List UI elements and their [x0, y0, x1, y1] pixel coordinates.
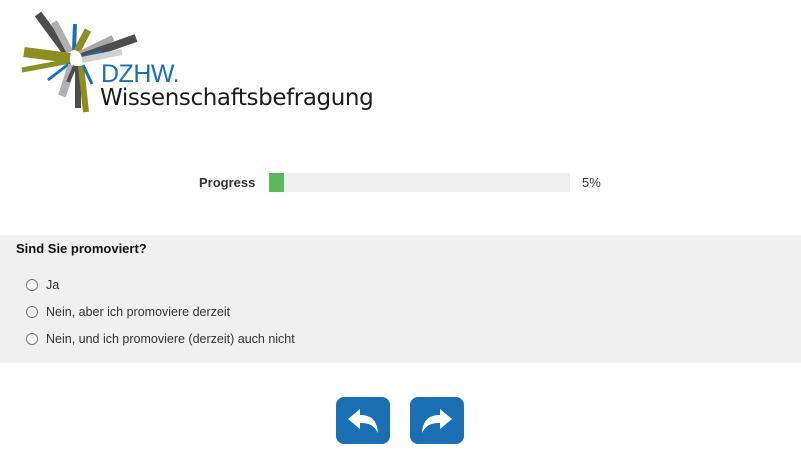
- dzhw-logo: DZHW. Wissenschaftsbefragung: [18, 8, 388, 120]
- logo-brand-text: DZHW.: [101, 60, 180, 88]
- progress-bar-fill: [269, 173, 285, 192]
- back-button[interactable]: [336, 397, 390, 444]
- progress-section: Progress 5%: [0, 173, 801, 193]
- progress-label: Progress: [199, 175, 256, 190]
- back-arrow-icon: [348, 408, 378, 433]
- answer-option-label: Nein, und ich promoviere (derzeit) auch …: [46, 332, 295, 346]
- answer-option-nein-aber[interactable]: Nein, aber ich promoviere derzeit: [26, 304, 230, 320]
- next-button[interactable]: [410, 397, 464, 444]
- answer-option-ja[interactable]: Ja: [26, 277, 59, 293]
- question-panel: Sind Sie promoviert? Ja Nein, aber ich p…: [0, 235, 801, 363]
- forward-arrow-icon: [422, 408, 452, 433]
- radio-button[interactable]: [26, 279, 38, 291]
- radio-button[interactable]: [26, 306, 38, 318]
- answer-option-label: Nein, aber ich promoviere derzeit: [46, 305, 231, 319]
- progress-percent: 5%: [582, 175, 601, 190]
- radio-button[interactable]: [26, 333, 38, 345]
- survey-page: DZHW. Wissenschaftsbefragung Progress 5%…: [0, 0, 801, 452]
- question-text: Sind Sie promoviert?: [16, 241, 147, 256]
- answer-option-label: Ja: [46, 278, 60, 292]
- logo-subtitle: Wissenschaftsbefragung: [100, 85, 374, 111]
- progress-bar: [269, 173, 570, 192]
- answer-option-nein-und[interactable]: Nein, und ich promoviere (derzeit) auch …: [26, 331, 295, 347]
